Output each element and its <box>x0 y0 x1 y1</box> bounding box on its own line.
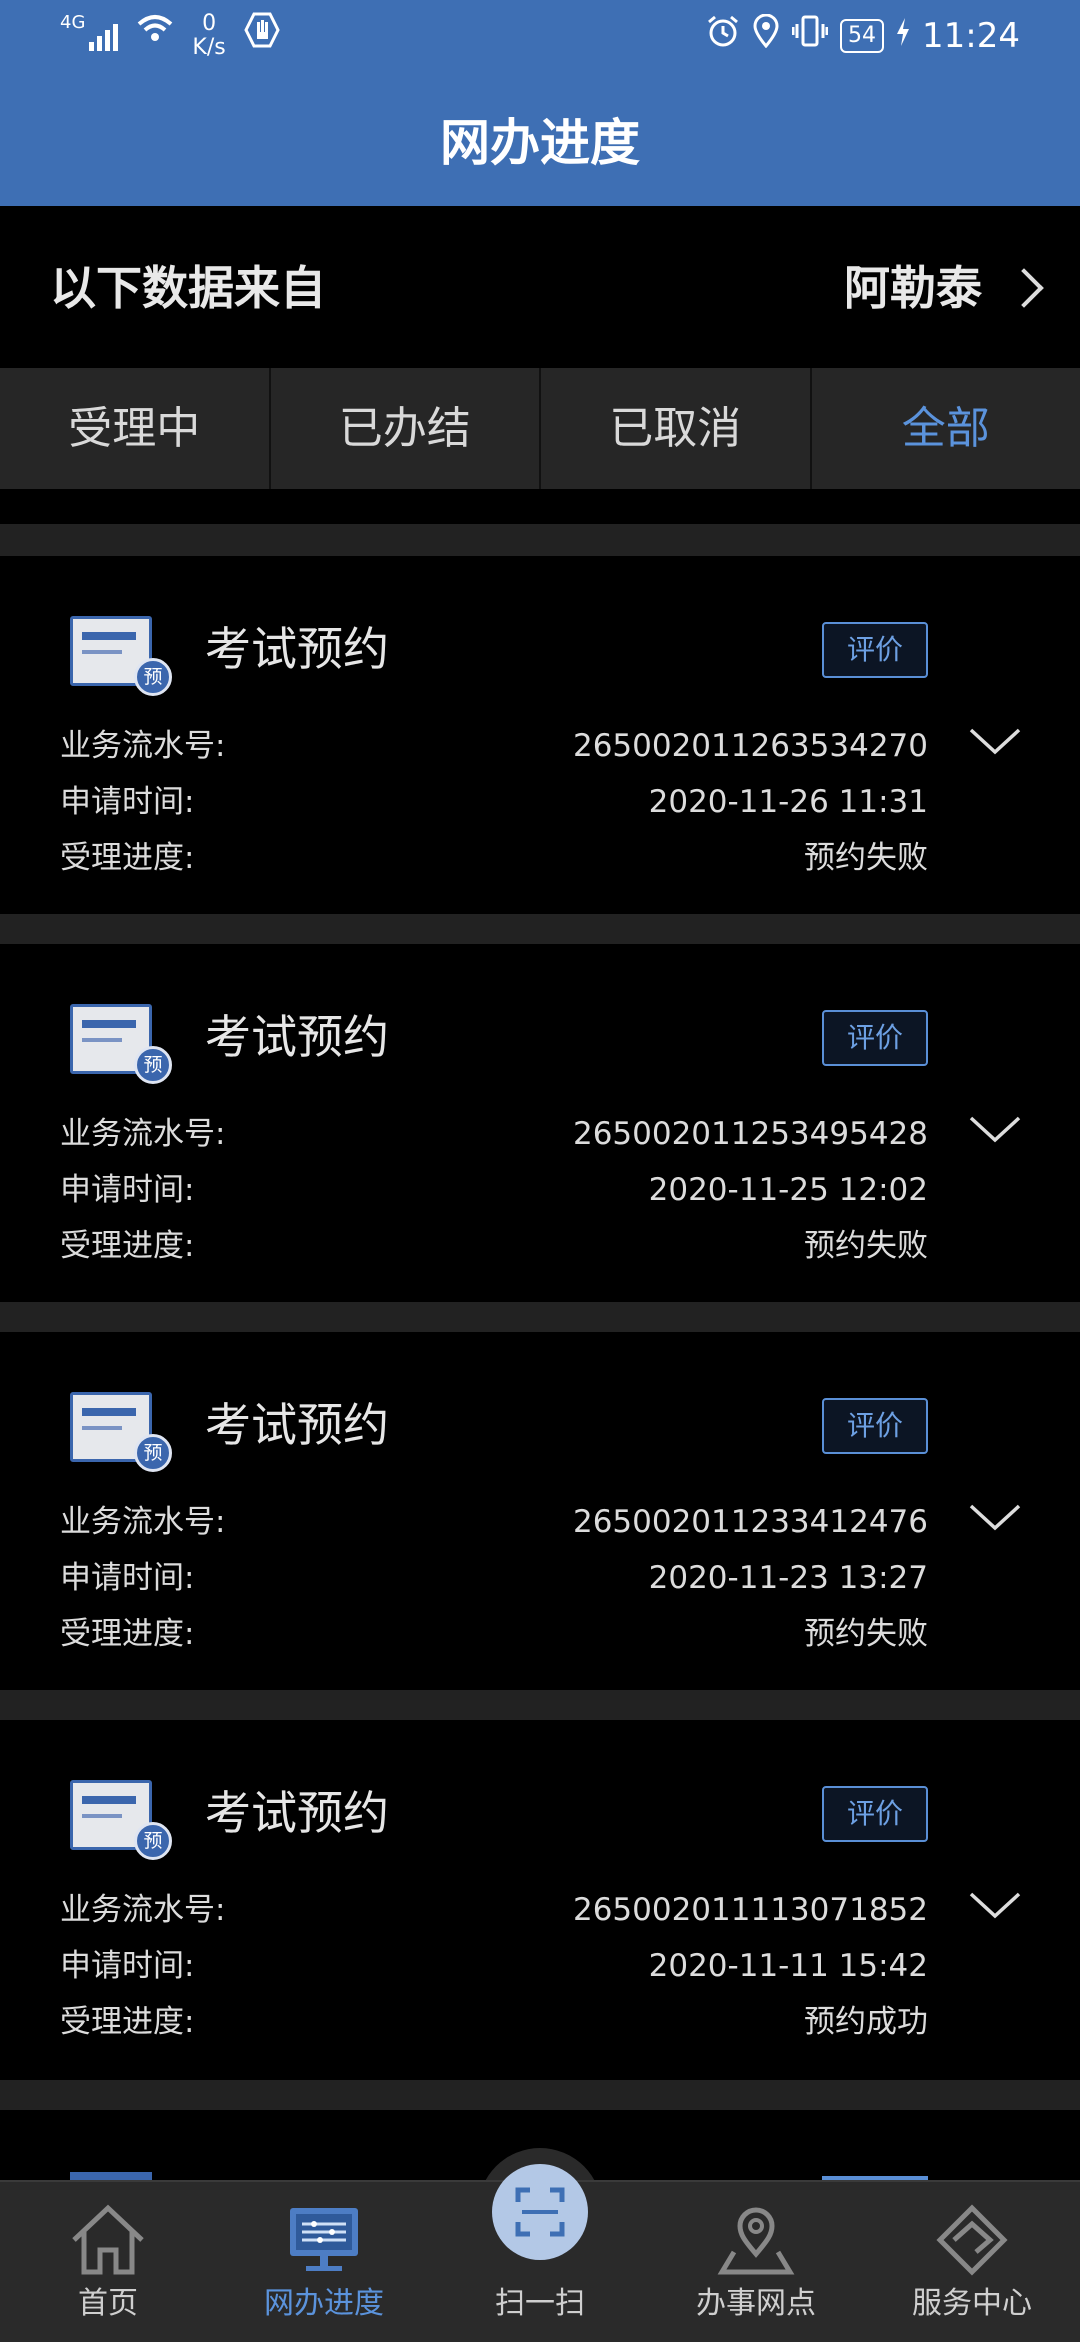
location-pin-icon <box>752 14 780 57</box>
appointment-document-icon: 预 <box>70 1392 158 1466</box>
network-type: 4G <box>60 12 85 33</box>
app-header: 4G 0 K/s 54 <box>0 0 1080 206</box>
appointment-badge: 预 <box>134 1822 172 1860</box>
serial-value: 265002011263534270 <box>573 726 928 766</box>
tab-completed[interactable]: 已办结 <box>269 368 540 489</box>
progress-value: 预约成功 <box>804 2002 928 2042</box>
nav-label-service-center: 服务中心 <box>864 2284 1080 2324</box>
network-speed-unit: K/s <box>192 36 225 60</box>
home-icon <box>68 2202 148 2278</box>
appointment-document-icon <box>70 2172 152 2180</box>
list-separator <box>0 914 1080 944</box>
battery-level: 54 <box>840 19 884 53</box>
appointment-document-icon: 预 <box>70 1780 158 1854</box>
progress-value: 预约失败 <box>804 838 928 878</box>
chevron-down-icon[interactable] <box>968 1492 1022 1546</box>
monitor-icon <box>284 2202 364 2278</box>
tab-cancelled[interactable]: 已取消 <box>539 368 810 489</box>
alarm-icon <box>706 14 740 57</box>
scan-icon <box>492 2164 588 2260</box>
serial-value: 265002011253495428 <box>573 1114 928 1154</box>
serial-value: 265002011233412476 <box>573 1502 928 1542</box>
serial-label: 业务流水号: <box>60 1890 225 1930</box>
list-separator <box>0 1302 1080 1332</box>
progress-value: 预约失败 <box>804 1614 928 1654</box>
apply-time-label: 申请时间: <box>60 782 194 822</box>
list-separator <box>0 2080 1080 2110</box>
record-card[interactable]: 预 考试预约 评价 业务流水号: 265002011113071852 申请时间… <box>0 1720 1080 2078</box>
rate-button[interactable]: 评价 <box>822 1010 928 1066</box>
progress-label: 受理进度: <box>60 2002 194 2042</box>
progress-value: 预约失败 <box>804 1226 928 1266</box>
apply-time-value: 2020-11-26 11:31 <box>649 782 928 822</box>
record-title: 考试预约 <box>205 1004 389 1070</box>
record-title: 考试预约 <box>205 1780 389 1846</box>
appointment-badge: 预 <box>134 1434 172 1472</box>
record-title: 考试预约 <box>205 1392 389 1458</box>
nav-item-service-points[interactable]: 办事网点 <box>648 2182 864 2342</box>
data-source-city[interactable]: 阿勒泰 <box>844 256 982 320</box>
status-right: 54 11:24 <box>706 14 1020 57</box>
tab-processing[interactable]: 受理中 <box>0 368 269 489</box>
status-left: 4G 0 K/s <box>60 12 280 60</box>
network-speed-value: 0 <box>192 12 225 36</box>
apply-time-value: 2020-11-25 12:02 <box>649 1170 928 1210</box>
nav-label-scan: 扫一扫 <box>432 2284 648 2324</box>
serial-label: 业务流水号: <box>60 1502 225 1542</box>
chevron-down-icon[interactable] <box>968 1104 1022 1158</box>
status-filter-tabs: 受理中 已办结 已取消 全部 <box>0 368 1080 489</box>
apply-time-label: 申请时间: <box>60 1558 194 1598</box>
apply-time-label: 申请时间: <box>60 1946 194 1986</box>
apply-time-value: 2020-11-23 13:27 <box>649 1558 928 1598</box>
record-card[interactable]: 预 考试预约 评价 业务流水号: 265002011263534270 申请时间… <box>0 556 1080 914</box>
data-source-label: 以下数据来自 <box>50 256 326 320</box>
list-separator <box>0 1690 1080 1720</box>
apply-time-value: 2020-11-11 15:42 <box>649 1946 928 1986</box>
rate-button[interactable]: 评价 <box>822 622 928 678</box>
location-icon <box>716 2202 796 2278</box>
list-separator <box>0 524 1080 556</box>
progress-label: 受理进度: <box>60 838 194 878</box>
vibrate-icon <box>792 14 828 57</box>
wifi-icon <box>136 12 174 50</box>
record-title: 考试预约 <box>205 616 389 682</box>
serial-value: 265002011113071852 <box>573 1890 928 1930</box>
appointment-badge: 预 <box>134 658 172 696</box>
chevron-down-icon[interactable] <box>968 1880 1022 1934</box>
serial-label: 业务流水号: <box>60 726 225 766</box>
handshake-icon <box>932 2202 1012 2278</box>
page-title: 网办进度 <box>0 108 1080 178</box>
network-speed: 0 K/s <box>192 12 225 60</box>
chevron-right-icon[interactable] <box>1004 268 1044 308</box>
progress-label: 受理进度: <box>60 1614 194 1654</box>
record-card[interactable]: 预 考试预约 评价 业务流水号: 265002011233412476 申请时间… <box>0 1332 1080 1690</box>
nav-label-progress: 网办进度 <box>216 2284 432 2324</box>
serial-label: 业务流水号: <box>60 1114 225 1154</box>
nav-item-service-center[interactable]: 服务中心 <box>864 2182 1080 2342</box>
clock-time: 11:24 <box>922 16 1020 56</box>
appointment-badge: 预 <box>134 1046 172 1084</box>
scan-button[interactable] <box>492 2164 588 2260</box>
record-card[interactable]: 预 考试预约 评价 业务流水号: 265002011253495428 申请时间… <box>0 944 1080 1302</box>
rate-button[interactable]: 评价 <box>822 1398 928 1454</box>
nav-item-home[interactable]: 首页 <box>0 2182 216 2342</box>
nav-item-progress[interactable]: 网办进度 <box>216 2182 432 2342</box>
appointment-document-icon: 预 <box>70 616 158 690</box>
tab-all[interactable]: 全部 <box>810 368 1080 489</box>
rate-button[interactable]: 评价 <box>822 1786 928 1842</box>
chevron-down-icon[interactable] <box>968 716 1022 770</box>
nav-label-home: 首页 <box>0 2284 216 2324</box>
appointment-document-icon: 预 <box>70 1004 158 1078</box>
nav-label-service-points: 办事网点 <box>648 2284 864 2324</box>
hand-icon <box>244 12 280 52</box>
charging-icon <box>896 16 910 56</box>
progress-label: 受理进度: <box>60 1226 194 1266</box>
status-bar: 4G 0 K/s 54 <box>0 0 1080 76</box>
data-source-selector[interactable]: 以下数据来自 阿勒泰 <box>0 206 1080 368</box>
cellular-signal-icon: 4G <box>60 12 118 52</box>
apply-time-label: 申请时间: <box>60 1170 194 1210</box>
